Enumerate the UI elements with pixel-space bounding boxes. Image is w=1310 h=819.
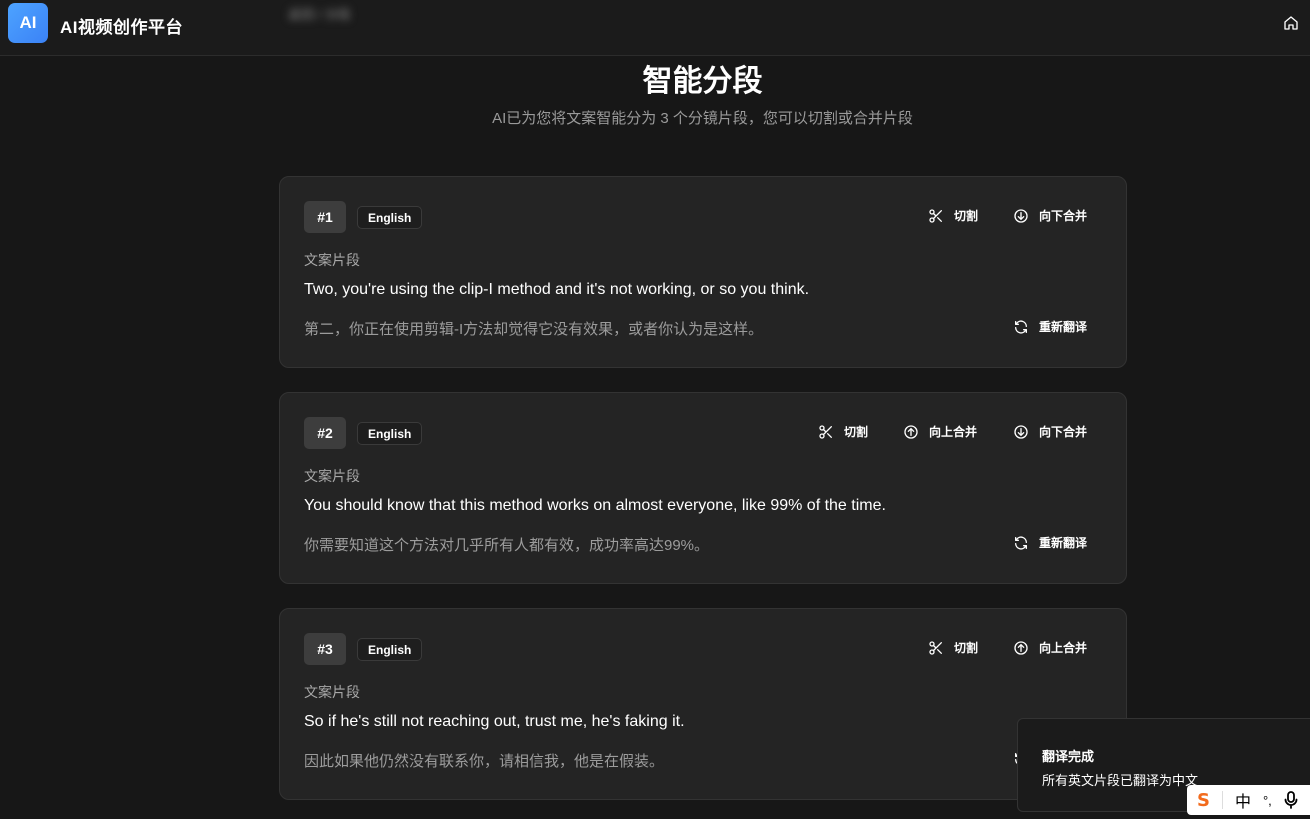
ime-logo-icon[interactable]: S <box>1197 790 1210 811</box>
ime-divider <box>1221 791 1223 809</box>
language-badge: English <box>357 638 423 661</box>
cut-button[interactable]: 切割 <box>818 423 868 440</box>
retranslate-label: 重新翻译 <box>1039 536 1088 550</box>
cut-label: 切割 <box>954 641 979 655</box>
segment-english-text: Two, you're using the clip-I method and … <box>304 281 810 298</box>
merge-up-button[interactable]: 向上合并 <box>1013 639 1087 656</box>
merge-down-button[interactable]: 向下合并 <box>1013 207 1087 224</box>
segment-number: #2 <box>304 417 346 449</box>
app-title: AI视频创作平台 <box>60 18 183 37</box>
language-badge: English <box>357 422 423 445</box>
cut-label: 切割 <box>954 209 979 223</box>
toast-title: 翻译完成 <box>1042 749 1095 764</box>
top-bar: AI AI视频创作平台 返回 / 分段 <box>0 0 1310 56</box>
home-icon[interactable] <box>1281 13 1301 33</box>
segment-chinese-text: 你需要知道这个方法对几乎所有人都有效，成功率高达99%。 <box>304 537 710 554</box>
segment-card: #1 English 切割 向下合并 文案片段 Two, you're usin… <box>279 176 1127 368</box>
segment-chinese-text: 因此如果他仍然没有联系你，请相信我，他是在假装。 <box>304 753 665 770</box>
microphone-icon[interactable] <box>1284 791 1298 809</box>
ime-punctuation-toggle[interactable]: °, <box>1263 793 1272 808</box>
scissors-icon <box>929 640 942 655</box>
segment-card: #3 English 切割 向上合并 文案片段 So if he's still… <box>279 608 1127 800</box>
refresh-icon <box>1015 535 1027 550</box>
arrow-down-circle-icon <box>1014 424 1028 439</box>
scissors-icon <box>929 208 942 223</box>
cut-button[interactable]: 切割 <box>928 639 978 656</box>
page-title: 智能分段 <box>642 65 763 98</box>
cut-label: 切割 <box>844 425 869 439</box>
segment-number: #1 <box>304 201 346 233</box>
segment-label: 文案片段 <box>304 684 360 700</box>
scissors-icon <box>819 424 832 439</box>
merge-up-label: 向上合并 <box>929 425 978 439</box>
ime-mode-toggle[interactable]: 中 <box>1235 788 1251 812</box>
page-subtitle: AI已为您将文案智能分为 3 个分镜片段，您可以切割或合并片段 <box>492 110 913 127</box>
refresh-icon <box>1015 319 1027 334</box>
language-badge: English <box>357 206 423 229</box>
retranslate-button[interactable]: 重新翻译 <box>1013 318 1087 335</box>
segment-label: 文案片段 <box>304 252 360 268</box>
merge-down-label: 向下合并 <box>1039 209 1088 223</box>
merge-up-button[interactable]: 向上合并 <box>903 423 977 440</box>
segment-chinese-text: 第二，你正在使用剪辑-I方法却觉得它没有效果，或者你认为是这样。 <box>304 321 764 338</box>
segment-card: #2 English 切割 向上合并 向下合并 文案片段 You should … <box>279 392 1127 584</box>
cut-button[interactable]: 切割 <box>928 207 978 224</box>
retranslate-label: 重新翻译 <box>1039 320 1088 334</box>
ime-toolbar[interactable]: S 中 °, <box>1187 785 1310 815</box>
arrow-down-circle-icon <box>1014 208 1028 223</box>
segment-english-text: So if he's still not reaching out, trust… <box>304 713 685 730</box>
toast-message: 所有英文片段已翻译为中文 <box>1042 773 1199 788</box>
arrow-up-circle-icon <box>904 424 918 439</box>
merge-down-button[interactable]: 向下合并 <box>1013 423 1087 440</box>
merge-down-label: 向下合并 <box>1039 425 1088 439</box>
retranslate-button[interactable]: 重新翻译 <box>1013 534 1087 551</box>
segment-english-text: You should know that this method works o… <box>304 497 886 514</box>
segment-label: 文案片段 <box>304 468 360 484</box>
arrow-up-circle-icon <box>1014 640 1028 655</box>
merge-up-label: 向上合并 <box>1039 641 1088 655</box>
breadcrumb[interactable]: 返回 / 分段 <box>288 4 408 22</box>
segment-number: #3 <box>304 633 346 665</box>
app-logo[interactable]: AI <box>8 3 48 43</box>
